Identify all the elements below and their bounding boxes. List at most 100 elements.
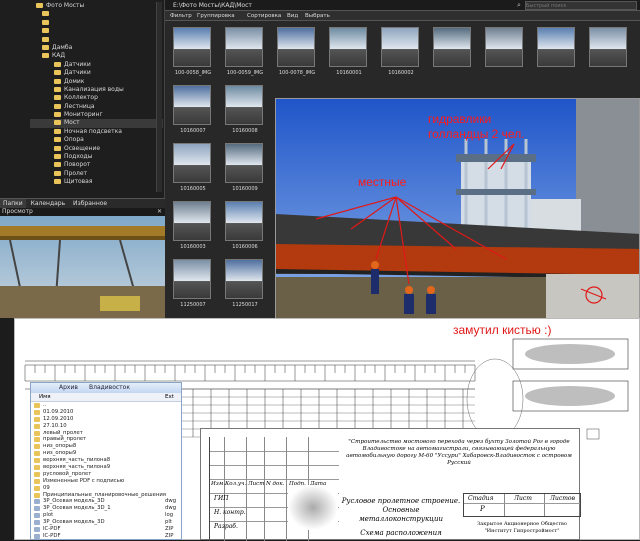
thumbnail-caption: 11250017 [232,302,258,308]
thumbnail[interactable]: 10160006 [222,198,272,256]
folder-icon [42,36,49,42]
header-name[interactable]: Имя [39,393,51,402]
thumbnail[interactable]: 10160005 [170,140,220,198]
file-list-panel: Архив Владивосток Имя Ext .. 01.09.2010 12… [30,382,182,540]
thumbnail[interactable]: 10160007 [170,82,220,140]
file-row[interactable]: IC-PDF ZIP [31,526,181,533]
thumbnail[interactable] [482,24,532,82]
file-row[interactable]: plot log [31,512,181,519]
file-row[interactable]: IC-PDF ZIP [31,533,181,540]
file-row[interactable]: Измененные PDF с подписью [31,478,181,485]
file-row[interactable]: верхняя_часть_пилона8 [31,457,181,464]
file-row[interactable]: 3Р_Осевая модель_3D dwg [31,498,181,505]
folder-icon [54,61,61,67]
folder-tree-item[interactable]: Опора [30,136,163,144]
thumbnail[interactable]: 10160008 [222,82,272,140]
folder-tree-item[interactable]: Датчики [30,69,163,77]
close-icon[interactable]: ✕ [157,208,162,216]
stamp-project-text: "Строительство мостового перехода через … [346,439,572,466]
file-row[interactable]: 01.09.2010 [31,409,181,416]
folder-tree-item[interactable]: Мост [30,119,163,128]
folder-panel-tabs: Папки Календарь Избранное [0,198,165,208]
file-row[interactable]: 12.09.2010 [31,416,181,423]
thumbnail[interactable]: 10160009 [222,140,272,198]
folder-tree-item[interactable]: КАД [30,52,163,60]
thumbnail-caption: 10160008 [232,128,258,134]
file-row[interactable]: 27.10.10 [31,423,181,430]
folder-tree-item[interactable]: Лестница [30,103,163,111]
file-row[interactable]: 3Р_Осевая модель_3D_1 dwg [31,505,181,512]
file-row[interactable]: 3Р_Осевая модель_3D plt [31,519,181,526]
path-segment-city[interactable]: Владивосток [89,383,130,393]
folder-icon [34,409,40,415]
folder-tree-item[interactable]: Датчики [30,61,163,69]
thumbnail[interactable] [430,24,480,82]
stamp-sheet-title: Русловое пролетное строение. Основные ме… [341,497,461,523]
file-row[interactable]: верхняя_часть_пилона9 [31,464,181,471]
tab-calendar[interactable]: Календарь [28,199,69,208]
thumbnail[interactable]: 10160002 [378,24,428,82]
folder-label: Лестница [64,102,95,110]
file-ext: log [165,512,174,519]
file-name: 3Р_Осевая модель_3D [43,498,105,505]
sheets-header: Листов [550,495,576,502]
folder-icon [54,103,61,109]
file-icon [34,499,40,505]
folder-tree-item[interactable]: Мониторинг [30,111,163,119]
folder-tree-item[interactable]: Дамба [30,44,163,52]
file-row[interactable]: правый_пролет [31,436,181,443]
folder-tree-item[interactable]: Освещение [30,145,163,153]
folder-icon [34,430,40,436]
thumbnail[interactable]: 100-0078_IMG [274,24,324,82]
thumbnail[interactable] [534,24,584,82]
folder-tree-item[interactable]: Щитовая [30,178,163,186]
thumbnail[interactable]: 11250007 [170,256,220,314]
folder-tree-item[interactable]: Канализация воды [30,86,163,94]
file-row[interactable]: низ_опоры8 [31,443,181,450]
folder-tree-item[interactable] [30,27,163,35]
file-name: верхняя_часть_пилона8 [43,457,111,464]
folder-tree-item[interactable]: Коллектор [30,94,163,102]
file-rows: .. 01.09.2010 12.09.2010 27.10.10 левый_прол… [31,402,181,540]
toolbar-sort[interactable]: Сортировка [247,11,281,21]
folder-tree-item[interactable]: Пролет [30,170,163,178]
toolbar-view[interactable]: Вид [287,11,298,21]
stamp-header-doc: N док. [266,481,285,487]
file-row[interactable]: .. [31,402,181,409]
file-row[interactable]: 09 [31,485,181,492]
thumbnail[interactable]: 100-0058_IMG [170,24,220,82]
path-segment-archive[interactable]: Архив [59,383,78,393]
search-icon: ⌕ [517,1,521,9]
folder-tree-item[interactable]: Домик [30,78,163,86]
thumbnail[interactable]: 10160001 [326,24,376,82]
toolbar-group[interactable]: Группировка [197,11,235,21]
tab-favorites[interactable]: Избранное [70,199,110,208]
file-row[interactable]: русловой_пролет [31,471,181,478]
tab-folders[interactable]: Папки [0,199,26,208]
folder-tree-item[interactable] [30,36,163,44]
file-row[interactable]: низ_опоры9 [31,450,181,457]
folder-tree-item[interactable] [30,19,163,27]
search-input[interactable] [525,1,637,10]
tree-scrollbar[interactable] [156,2,162,192]
toolbar-select[interactable]: Выбрать [305,11,330,21]
folder-label: Фото Мосты [46,2,85,9]
stamp-role-control: Н. контр. [214,509,246,516]
folder-tree-item[interactable] [30,10,163,18]
file-row[interactable]: Принципиальные_планировочные_решения [31,492,181,499]
thumbnail-image [225,85,263,125]
folder-tree-item[interactable]: Ночная подсветка [30,128,163,136]
folder-label: Освещение [64,144,101,152]
folder-tree-item[interactable]: Подходы [30,153,163,161]
folder-tree-item[interactable]: Поворот [30,161,163,169]
thumbnail[interactable]: 100-0059_IMG [222,24,272,82]
folder-tree-item[interactable]: Фото Мосты [30,2,163,10]
folder-icon [54,162,61,168]
thumbnail[interactable]: 11250017 [222,256,272,314]
thumbnail[interactable]: 10160003 [170,198,220,256]
folder-icon [34,444,40,450]
thumbnail[interactable] [586,24,636,82]
preview-title-bar: Просмотр ✕ [0,208,165,216]
header-ext[interactable]: Ext [165,393,174,402]
toolbar-filter[interactable]: Фильтр [170,11,192,21]
